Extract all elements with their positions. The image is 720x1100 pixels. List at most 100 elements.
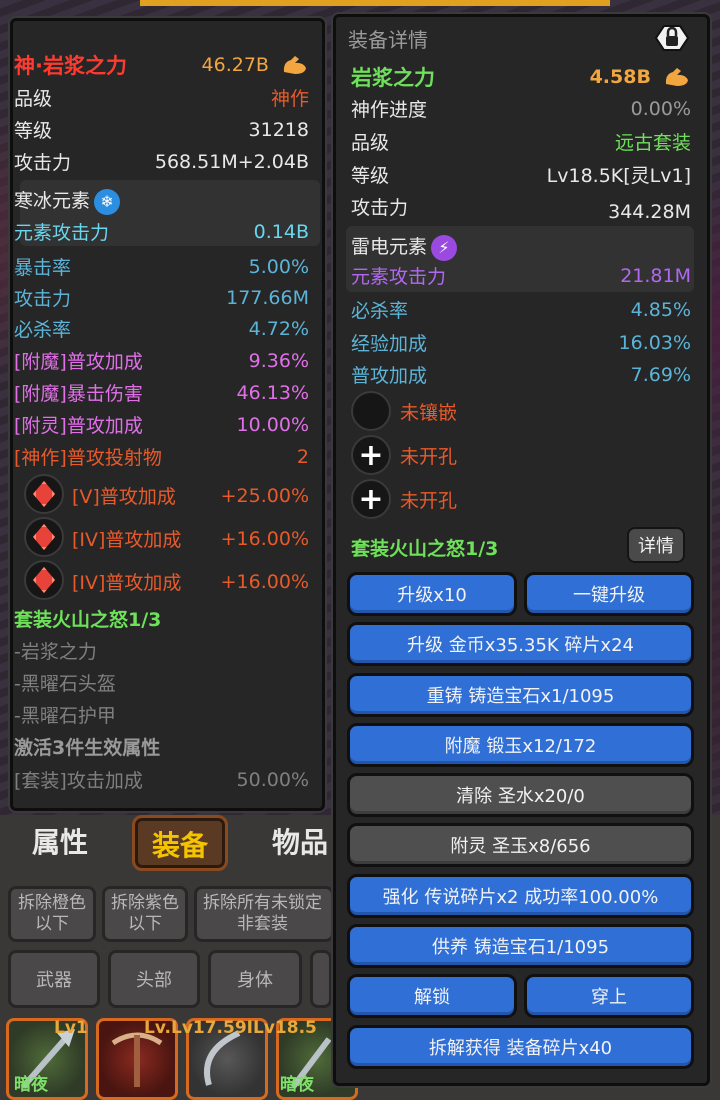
detail-header: 装备详情 xyxy=(348,24,688,53)
recast-button[interactable]: 重铸 铸造宝石x1/1095 xyxy=(347,673,694,717)
dismantle-orange-button[interactable]: 拆除橙色 以下 xyxy=(8,886,96,942)
element-row: 寒冰元素 ❄ xyxy=(14,186,309,215)
slot-more[interactable] xyxy=(310,950,332,1008)
stat-row: 必杀率 4.85% xyxy=(351,296,691,323)
element-name: 寒冰元素 xyxy=(14,190,91,212)
top-progress-bar xyxy=(140,0,610,6)
clear-button[interactable]: 清除 圣水x20/0 xyxy=(347,773,694,817)
stat-label: 攻击力 xyxy=(351,197,409,219)
stat-value: 0.14B xyxy=(253,220,309,243)
set-name: 套装火山之怒1/3 xyxy=(14,609,162,631)
stat-label: [套装]攻击加成 xyxy=(14,770,143,792)
slot-body[interactable]: 身体 xyxy=(208,950,302,1008)
set-piece: -黑曜石护甲 xyxy=(14,701,309,728)
lightning-icon: ⚡ xyxy=(431,234,458,261)
enchant-button[interactable]: 附魔 锻玉x12/172 xyxy=(347,723,694,767)
upgrade-button[interactable]: 升级 金币x35.35K 碎片x24 xyxy=(347,622,694,666)
set-title: 套装火山之怒1/3 xyxy=(14,605,309,632)
set-name: 套装火山之怒1/3 xyxy=(351,538,499,560)
dismantle-purple-button[interactable]: 拆除紫色 以下 xyxy=(102,886,188,942)
set-bonus-row: [套装]攻击加成 50.00% xyxy=(14,766,309,793)
stat-label: 品级 xyxy=(14,88,53,110)
slot-head[interactable]: 头部 xyxy=(108,950,200,1008)
ruby-gem-icon xyxy=(33,481,55,507)
stat-value: 神作 xyxy=(270,88,309,110)
plus-icon[interactable]: + xyxy=(351,435,391,475)
stat-label: 元素攻击力 xyxy=(14,222,110,244)
unlock-button[interactable]: 解锁 xyxy=(347,974,517,1018)
set-piece-label: -黑曜石头盔 xyxy=(14,673,116,695)
upgrade-x10-button[interactable]: 升级x10 xyxy=(347,572,517,616)
empty-socket[interactable] xyxy=(351,391,391,431)
stat-label: [神作]普攻投射物 xyxy=(14,447,162,469)
stat-row: 经验加成 16.03% xyxy=(351,329,691,356)
socket-label: 未开孔 xyxy=(400,446,458,468)
stat-row: 等级 Lv18.5K[灵Lv1] xyxy=(351,161,691,188)
item-level: Lv1 xyxy=(54,1018,88,1038)
stat-value: 50.00% xyxy=(236,768,309,791)
tab-attributes[interactable]: 属性 xyxy=(0,815,120,871)
stat-row: 攻击力 177.66M xyxy=(14,284,309,311)
set-piece-label: -岩浆之力 xyxy=(14,641,97,663)
gem-slot[interactable] xyxy=(24,517,64,557)
tab-equipment[interactable]: 装备 xyxy=(132,815,228,871)
enchant-row: [附魔]暴击伤害 46.13% xyxy=(14,379,309,406)
equipped-item-name: 神·岩浆之力 xyxy=(14,54,127,78)
gem-slot[interactable] xyxy=(24,474,64,514)
item-power: 4.58B xyxy=(589,65,651,88)
dismantle-button[interactable]: 拆解获得 装备碎片x40 xyxy=(347,1025,694,1069)
stat-label: 元素攻击力 xyxy=(351,266,447,288)
stat-value: 46.13% xyxy=(236,381,309,404)
stat-label: 普攻加成 xyxy=(351,365,428,387)
snowflake-icon: ❄ xyxy=(94,188,121,215)
ruby-gem-icon xyxy=(33,524,55,550)
stat-value: 7.69% xyxy=(630,363,691,386)
stat-label: 经验加成 xyxy=(351,333,428,355)
stat-label: [IV]普攻加成 xyxy=(72,572,182,594)
stat-label: [附魔]暴击伤害 xyxy=(14,383,143,405)
stat-value: 5.00% xyxy=(248,255,309,278)
equipped-title-row: 神·岩浆之力 46.27B xyxy=(14,50,309,80)
set-detail-button[interactable]: 详情 xyxy=(627,527,685,563)
one-click-upgrade-button[interactable]: 一键升级 xyxy=(524,572,694,616)
stat-value: 远古套装 xyxy=(614,132,691,154)
stat-value: +25.00% xyxy=(220,484,309,507)
stat-row: 暴击率 5.00% xyxy=(14,253,309,280)
stat-label: 等级 xyxy=(351,165,390,187)
ruby-gem-icon xyxy=(33,567,55,593)
stat-value: 4.85% xyxy=(630,298,691,321)
gem-row: [IV]普攻加成 +16.00% xyxy=(72,525,309,552)
stat-row: 等级 31218 xyxy=(14,116,309,143)
plus-icon[interactable]: + xyxy=(351,479,391,519)
stat-label: 品级 xyxy=(351,132,390,154)
divine-row: [神作]普攻投射物 2 xyxy=(14,443,309,470)
item-level: Lv.Lv17.59ILv18.5 xyxy=(144,1018,317,1038)
panel-title: 装备详情 xyxy=(348,28,428,52)
spirit-button[interactable]: 附灵 圣玉x8/656 xyxy=(347,823,694,867)
equip-button[interactable]: 穿上 xyxy=(524,974,694,1018)
slot-weapon[interactable]: 武器 xyxy=(8,950,100,1008)
stat-label: [IV]普攻加成 xyxy=(72,529,182,551)
stat-row: 攻击力 568.51M+2.04B xyxy=(14,148,309,175)
detail-title-row: 岩浆之力 4.58B xyxy=(351,62,691,92)
gem-row: [V]普攻加成 +25.00% xyxy=(72,482,309,509)
stat-value: 10.00% xyxy=(236,413,309,436)
element-row: 雷电元素 ⚡ xyxy=(351,232,691,261)
stat-label: 必杀率 xyxy=(14,319,72,341)
stat-value: 9.36% xyxy=(248,349,309,372)
socket-label: 未开孔 xyxy=(400,490,458,512)
nurture-button[interactable]: 供养 铸造宝石1/1095 xyxy=(347,924,694,968)
dismantle-unlocked-button[interactable]: 拆除所有未锁定 非套装 xyxy=(194,886,334,942)
lock-icon[interactable] xyxy=(652,20,692,56)
stat-row: 神作进度 0.00% xyxy=(351,95,691,122)
stat-row: 必杀率 4.72% xyxy=(14,315,309,342)
stat-row: 品级 神作 xyxy=(14,84,309,111)
stat-value: 0.00% xyxy=(630,97,691,120)
stat-label: 攻击力 xyxy=(14,152,72,174)
strengthen-button[interactable]: 强化 传说碎片x2 成功率100.00% xyxy=(347,874,694,918)
gem-slot[interactable] xyxy=(24,560,64,600)
enchant-row: [附灵]普攻加成 10.00% xyxy=(14,411,309,438)
stat-value: 2 xyxy=(296,445,309,468)
muscle-icon xyxy=(283,56,306,75)
stat-label: 攻击力 xyxy=(14,288,72,310)
